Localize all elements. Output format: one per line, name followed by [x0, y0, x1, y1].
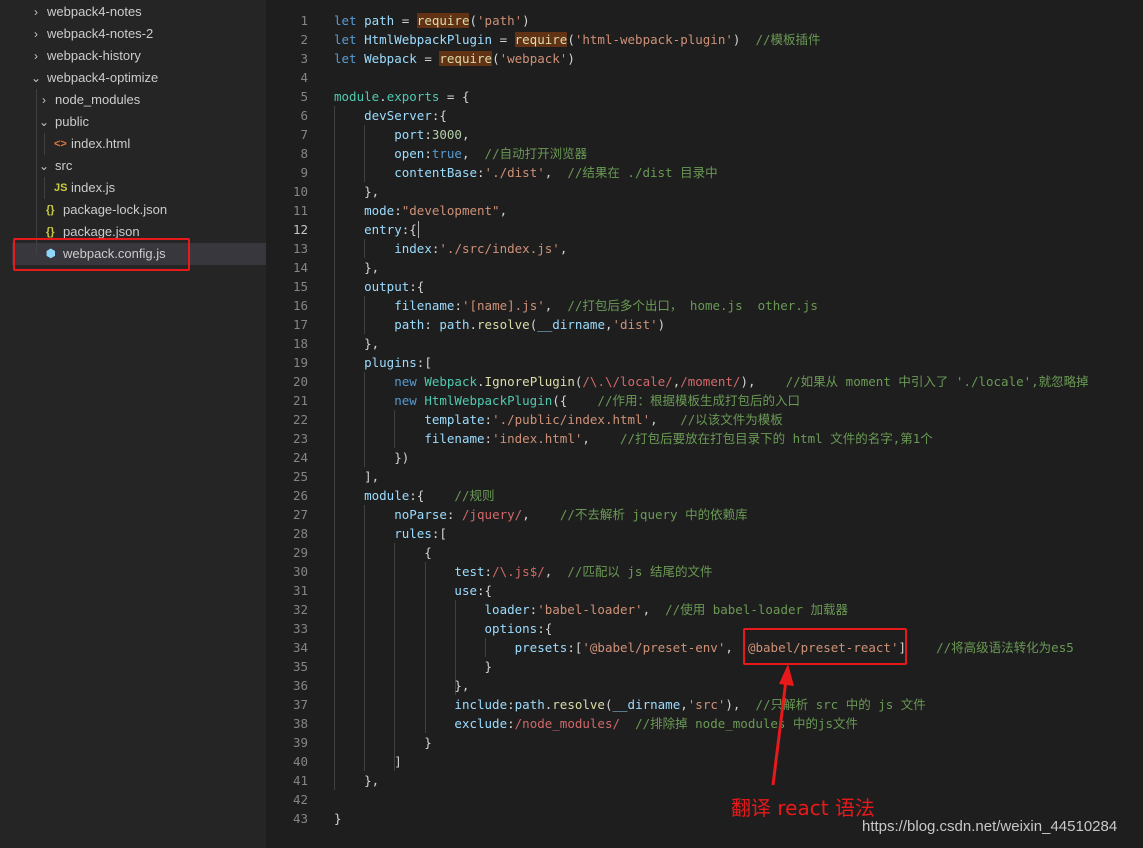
- watermark: https://blog.csdn.net/weixin_44510284: [862, 818, 1118, 835]
- annotation-arrow: [771, 664, 794, 786]
- annotation-note: 翻译 react 语法: [731, 796, 875, 820]
